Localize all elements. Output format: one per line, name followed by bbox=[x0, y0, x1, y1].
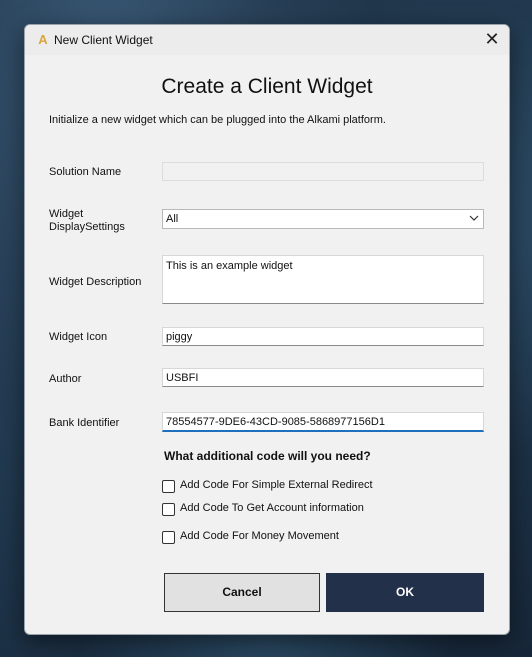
bank-identifier-label: Bank Identifier bbox=[49, 417, 120, 429]
account-information-label[interactable]: Add Code To Get Account information bbox=[180, 502, 364, 514]
widget-description-label: Widget Description bbox=[49, 276, 142, 288]
author-label: Author bbox=[49, 373, 82, 385]
alkami-logo-icon: A bbox=[38, 32, 48, 47]
external-redirect-label[interactable]: Add Code For Simple External Redirect bbox=[180, 479, 373, 491]
external-redirect-checkbox[interactable] bbox=[162, 480, 175, 493]
new-client-widget-dialog: A New Client Widget ✕ Create a Client Wi… bbox=[24, 24, 510, 635]
window-title: New Client Widget bbox=[54, 33, 153, 47]
display-settings-label-line2: DisplaySettings bbox=[49, 221, 125, 233]
display-settings-label: Widget DisplaySettings bbox=[49, 208, 125, 234]
money-movement-checkbox[interactable] bbox=[162, 531, 175, 544]
chevron-down-icon bbox=[469, 215, 479, 221]
cancel-button[interactable]: Cancel bbox=[164, 573, 320, 612]
widget-icon-input[interactable]: piggy bbox=[162, 327, 484, 346]
solution-name-label: Solution Name bbox=[49, 166, 122, 178]
display-settings-label-line1: Widget bbox=[49, 208, 84, 220]
money-movement-label[interactable]: Add Code For Money Movement bbox=[180, 530, 339, 542]
page-subtitle: Initialize a new widget which can be plu… bbox=[49, 114, 386, 126]
bank-identifier-input[interactable]: 78554577-9DE6-43CD-9085-5868977156D1 bbox=[162, 412, 484, 432]
account-information-checkbox[interactable] bbox=[162, 503, 175, 516]
close-icon[interactable]: ✕ bbox=[475, 25, 509, 55]
solution-name-input[interactable] bbox=[162, 162, 484, 181]
display-settings-value: All bbox=[166, 213, 179, 225]
ok-button[interactable]: OK bbox=[326, 573, 484, 612]
page-title: Create a Client Widget bbox=[161, 75, 373, 98]
title-bar: A New Client Widget ✕ bbox=[25, 25, 509, 55]
additional-code-question: What additional code will you need? bbox=[164, 449, 371, 463]
widget-icon-label: Widget Icon bbox=[49, 331, 108, 343]
display-settings-select[interactable]: All bbox=[162, 209, 484, 229]
author-input[interactable]: USBFI bbox=[162, 368, 484, 387]
widget-description-textarea[interactable]: This is an example widget bbox=[162, 255, 484, 304]
